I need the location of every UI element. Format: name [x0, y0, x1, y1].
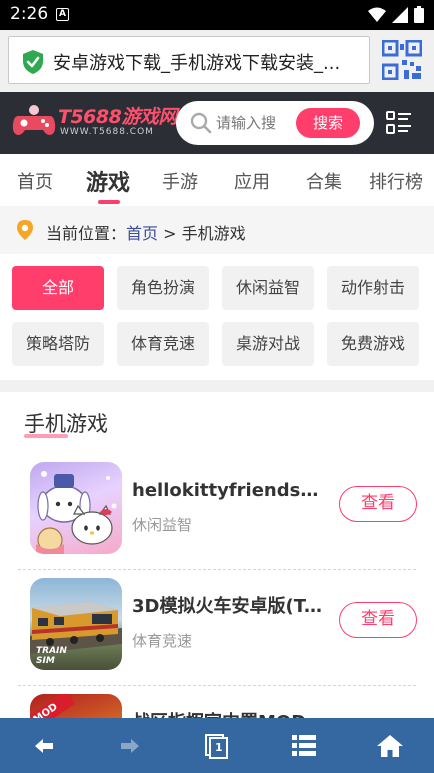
page-title-in-url: 安卓游戏下载_手机游戏下载安装_... — [53, 53, 341, 74]
filter-all[interactable]: 全部 — [12, 266, 104, 310]
filter-strategy-td[interactable]: 策略塔防 — [12, 322, 104, 366]
breadcrumb-prefix: 当前位置： — [46, 224, 127, 243]
view-button[interactable]: 查看 — [339, 602, 417, 638]
tab-count: 1 — [215, 741, 223, 754]
url-field[interactable]: 安卓游戏下载_手机游戏下载安装_... — [8, 36, 370, 84]
category-nav: 首页 游戏 手游 应用 合集 排行榜 — [0, 154, 434, 206]
breadcrumb-current: 手机游戏 — [181, 224, 246, 243]
battery-icon — [414, 6, 424, 23]
tab-home[interactable]: 首页 — [17, 168, 53, 194]
filter-board-battle[interactable]: 桌游对战 — [222, 322, 314, 366]
tabs-button[interactable]: 1 — [203, 732, 231, 760]
browser-bottom-toolbar: 1 — [0, 718, 434, 773]
breadcrumb-home-link[interactable]: 首页 — [126, 224, 158, 243]
search-box: 搜索 — [176, 101, 374, 145]
search-input[interactable] — [216, 111, 292, 135]
secure-shield-icon — [23, 50, 43, 74]
browser-address-bar: 安卓游戏下载_手机游戏下载安装_... — [0, 30, 434, 92]
tab-rankings[interactable]: 排行榜 — [369, 168, 423, 194]
filter-free-games[interactable]: 免费游戏 — [327, 322, 419, 366]
game-name[interactable]: 3D模拟火车安卓版(Train Sim) — [132, 592, 328, 618]
breadcrumb-separator: > — [158, 224, 182, 243]
section-title-underline — [24, 434, 68, 438]
status-bar: 2:26 A — [0, 0, 434, 30]
gamepad-logo-icon — [12, 105, 56, 135]
tab-games[interactable]: 游戏 — [86, 165, 130, 197]
tab-mobile-games[interactable]: 手游 — [162, 168, 198, 194]
train-sim-logo-text: TRAIN SIM — [36, 646, 67, 666]
back-arrow-icon[interactable] — [30, 732, 58, 760]
breadcrumb: 当前位置：首页 > 手机游戏 — [0, 206, 434, 254]
menu-icon[interactable] — [386, 111, 412, 135]
hello-kitty-art-icon — [36, 471, 117, 554]
logo-url: WWW.T5688.COM — [60, 127, 154, 137]
game-list-item[interactable]: TRAIN SIM 3D模拟火车安卓版(Train Sim) 体育竞速 查看 — [18, 570, 417, 686]
game-category: 休闲益智 — [132, 516, 193, 534]
status-time: 2:26 — [10, 4, 49, 24]
location-pin-icon — [17, 220, 33, 240]
game-list-item[interactable]: hellokittyfriends游戏 休闲益智 查看 — [18, 454, 417, 570]
game-thumbnail[interactable]: TRAIN SIM — [30, 578, 122, 670]
site-logo[interactable]: T5688游戏网 WWW.T5688.COM — [12, 100, 177, 146]
site-header: T5688游戏网 WWW.T5688.COM 搜索 — [0, 92, 434, 154]
status-icons — [368, 6, 424, 23]
filter-sports-racing[interactable]: 体育竞速 — [117, 322, 209, 366]
breadcrumb-text: 当前位置：首页 > 手机游戏 — [46, 220, 246, 244]
tab-apps[interactable]: 应用 — [234, 168, 270, 194]
bookmarks-list-icon[interactable] — [290, 732, 318, 760]
forward-arrow-icon[interactable] — [116, 732, 144, 760]
section-divider — [0, 380, 434, 392]
view-button[interactable]: 查看 — [339, 486, 417, 522]
logo-title: T5688游戏网 — [58, 106, 177, 128]
search-icon — [190, 112, 212, 134]
genre-filters: 全部 角色扮演 休闲益智 动作射击 策略塔防 体育竞速 桌游对战 免费游戏 — [0, 254, 434, 380]
game-category: 体育竞速 — [132, 632, 193, 650]
home-icon[interactable] — [376, 732, 404, 760]
search-button[interactable]: 搜索 — [296, 108, 360, 138]
signal-icon — [392, 6, 408, 23]
app-badge-icon: A — [56, 8, 69, 21]
qr-code-icon[interactable] — [382, 40, 422, 80]
wifi-icon — [368, 7, 386, 22]
game-name[interactable]: hellokittyfriends游戏 — [132, 476, 328, 502]
active-tab-indicator — [98, 200, 120, 204]
filter-action-shooter[interactable]: 动作射击 — [327, 266, 419, 310]
game-thumbnail[interactable] — [30, 462, 122, 554]
tab-collections[interactable]: 合集 — [306, 168, 342, 194]
filter-rpg[interactable]: 角色扮演 — [117, 266, 209, 310]
filter-casual-puzzle[interactable]: 休闲益智 — [222, 266, 314, 310]
